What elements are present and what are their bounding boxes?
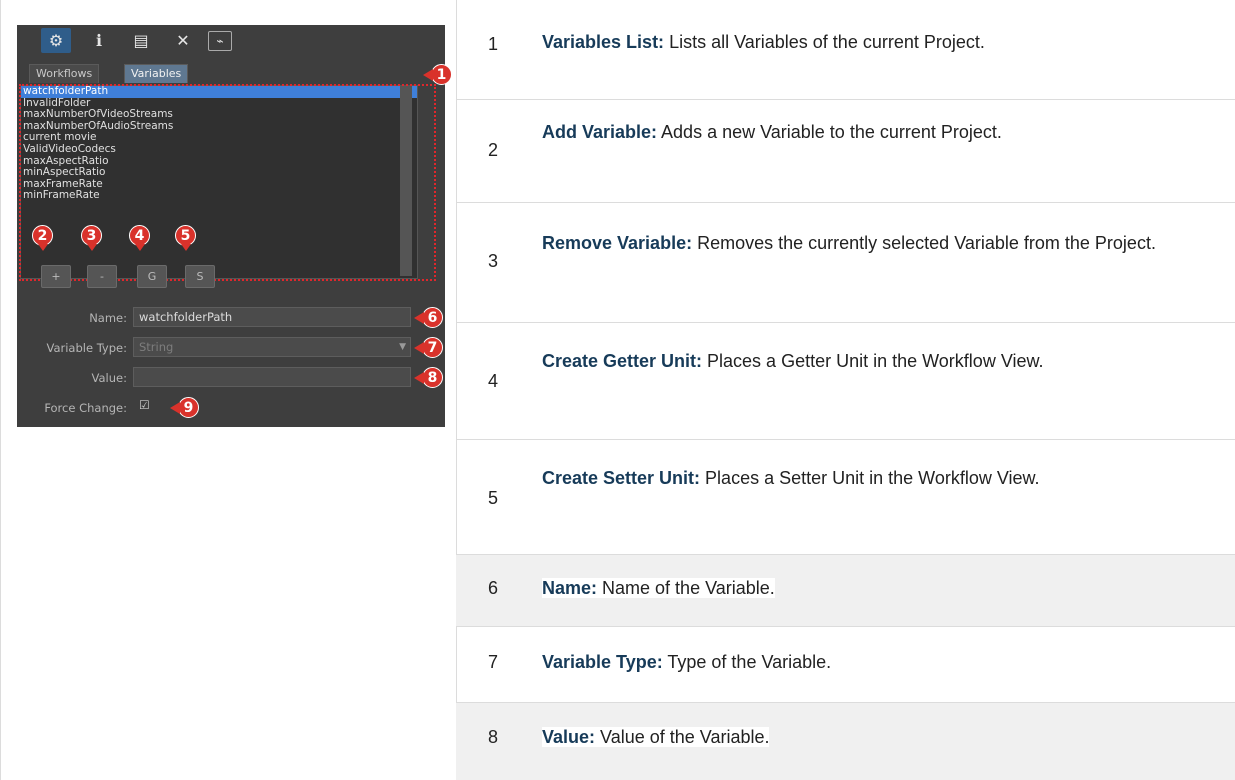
- row-number: 7: [488, 652, 499, 672]
- row-text: Value: Value of the Variable.: [542, 719, 1222, 755]
- row-text: Create Setter Unit: Places a Setter Unit…: [542, 460, 1222, 496]
- table-row: 6 Name: Name of the Variable.: [456, 555, 1235, 627]
- callout-4: 4: [129, 225, 150, 251]
- row-desc: Places a Getter Unit in the Workflow Vie…: [702, 351, 1044, 371]
- row-term: Value:: [542, 727, 596, 747]
- row-term: Variable Type:: [542, 652, 663, 672]
- gears-icon[interactable]: ⚙: [41, 28, 71, 53]
- callout-9: 9: [170, 397, 199, 418]
- callout-2: 2: [32, 225, 53, 251]
- row-text: Variable Type: Type of the Variable.: [542, 644, 1222, 680]
- row-text: Name: Name of the Variable.: [542, 570, 1222, 606]
- table-row: 2 Add Variable: Adds a new Variable to t…: [456, 100, 1235, 203]
- monitor-icon[interactable]: ⌁: [208, 31, 232, 51]
- info-icon[interactable]: ℹ: [84, 28, 114, 53]
- list-item[interactable]: minFrameRate: [21, 190, 417, 202]
- row-term: Remove Variable:: [542, 233, 693, 253]
- row-desc: Name of the Variable.: [597, 578, 775, 598]
- callout-7: 7: [414, 337, 443, 358]
- table-row: 1 Variables List: Lists all Variables of…: [456, 0, 1235, 100]
- row-term: Create Getter Unit:: [542, 351, 703, 371]
- variable-type-select[interactable]: String ▼: [133, 337, 411, 357]
- name-label: Name:: [89, 311, 127, 325]
- row-desc: Lists all Variables of the current Proje…: [664, 32, 985, 52]
- name-field[interactable]: watchfolderPath: [133, 307, 411, 327]
- row-number: 8: [488, 727, 499, 747]
- callout-6: 6: [414, 307, 443, 328]
- value-label: Value:: [91, 371, 127, 385]
- table-row: 4 Create Getter Unit: Places a Getter Un…: [456, 323, 1235, 440]
- row-text: Add Variable: Adds a new Variable to the…: [542, 114, 1162, 150]
- table-row: 7 Variable Type: Type of the Variable.: [456, 627, 1235, 703]
- variable-type-value: String: [139, 340, 174, 354]
- row-text: Remove Variable: Removes the currently s…: [542, 225, 1162, 261]
- remove-variable-button[interactable]: -: [87, 265, 117, 288]
- row-number: 3: [488, 251, 499, 271]
- row-desc: Type of the Variable.: [662, 652, 832, 672]
- callout-5: 5: [175, 225, 196, 251]
- tab-variables[interactable]: Variables: [124, 64, 189, 83]
- table-row: 8 Value: Value of the Variable.: [456, 703, 1235, 780]
- toolbar: ⚙ ℹ ▤ ✕ ⌁: [17, 25, 445, 61]
- table-row: 5 Create Setter Unit: Places a Setter Un…: [456, 440, 1235, 555]
- row-term: Variables List:: [542, 32, 665, 52]
- variable-type-label: Variable Type:: [46, 341, 127, 355]
- row-number: 2: [488, 140, 499, 160]
- chevron-down-icon: ▼: [399, 342, 406, 352]
- value-field[interactable]: [133, 367, 411, 387]
- row-desc: Removes the currently selected Variable …: [692, 233, 1156, 253]
- create-setter-button[interactable]: S: [185, 265, 215, 288]
- row-term: Create Setter Unit:: [542, 468, 701, 488]
- expand-icon[interactable]: ✕: [168, 28, 198, 53]
- variables-panel: ⚙ ℹ ▤ ✕ ⌁ Workflows Variables watchfolde…: [17, 25, 452, 427]
- row-text: Variables List: Lists all Variables of t…: [542, 24, 1222, 60]
- force-change-label: Force Change:: [44, 401, 127, 415]
- table-row: 3 Remove Variable: Removes the currently…: [456, 203, 1235, 323]
- callout-1: 1: [423, 64, 452, 85]
- tab-workflows[interactable]: Workflows: [29, 64, 100, 83]
- list-scrollbar[interactable]: [400, 86, 412, 276]
- row-number: 4: [488, 371, 499, 391]
- screenshot-cell: ⚙ ℹ ▤ ✕ ⌁ Workflows Variables watchfolde…: [0, 0, 457, 780]
- row-term: Name:: [542, 578, 598, 598]
- list-item[interactable]: ValidVideoCodecs: [21, 143, 417, 156]
- force-change-checkbox[interactable]: ☑: [139, 398, 150, 412]
- row-text: Create Getter Unit: Places a Getter Unit…: [542, 343, 1222, 379]
- row-number: 5: [488, 488, 499, 508]
- list-item[interactable]: minAspectRatio: [21, 167, 417, 179]
- row-number: 1: [488, 34, 499, 54]
- stack-icon[interactable]: ▤: [126, 28, 156, 53]
- row-desc: Adds a new Variable to the current Proje…: [657, 122, 1002, 142]
- callout-3: 3: [81, 225, 102, 251]
- callout-8: 8: [414, 367, 443, 388]
- variables-list[interactable]: watchfolderPath InvalidFolder maxNumberO…: [20, 85, 418, 279]
- row-term: Add Variable:: [542, 122, 658, 142]
- row-desc: Value of the Variable.: [595, 727, 770, 747]
- row-number: 6: [488, 578, 499, 598]
- create-getter-button[interactable]: G: [137, 265, 167, 288]
- row-desc: Places a Setter Unit in the Workflow Vie…: [700, 468, 1040, 488]
- add-variable-button[interactable]: +: [41, 265, 71, 288]
- list-item[interactable]: watchfolderPath: [21, 86, 417, 98]
